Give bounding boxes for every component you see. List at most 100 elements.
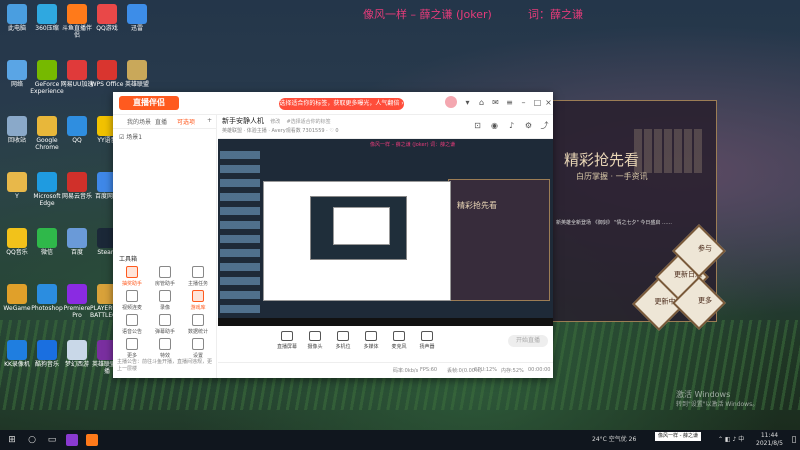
app-sidebar: 我的场景 直播 可选项 + ☑ 场景1 工具箱 抽奖助手 房管助手 主播任务 视频连麦… <box>113 114 217 378</box>
gift-icon[interactable]: ⌂ <box>477 98 486 107</box>
desktop-icon[interactable]: 迅雷 <box>120 4 154 32</box>
desktop-icon[interactable]: 英雄联盟 <box>120 60 154 88</box>
desktop-icon-label: Microsoft Edge <box>33 193 61 207</box>
desktop-icon[interactable]: 斗鱼直播伴侣 <box>60 4 94 39</box>
room-tag-link[interactable]: #选择适合你的标签 <box>286 119 330 125</box>
record-icon[interactable]: ◉ <box>490 121 499 130</box>
desktop-icon-label: 迅雷 <box>130 25 143 32</box>
tool-button[interactable]: 弹幕助手 <box>150 314 180 335</box>
tab-options[interactable]: 可选项 <box>177 117 195 126</box>
tool-button[interactable]: 游戏库 <box>183 290 213 311</box>
room-edit-link[interactable]: 修改 <box>270 119 280 125</box>
desktop-icon[interactable]: QQ音乐 <box>0 228 34 256</box>
desktop-icon-glyph <box>67 4 87 24</box>
maximize-icon[interactable]: □ <box>533 98 542 107</box>
desktop-icon[interactable]: Google Chrome <box>30 116 64 151</box>
desktop-icon-label: 梦幻西游 <box>64 361 89 368</box>
tool-label: 视频连麦 <box>121 305 142 311</box>
tag-notice-banner[interactable]: 选择适合你的标签，获取更多曝光，人气翻倍 › <box>279 98 404 110</box>
go-live-button[interactable]: 开始直播 <box>508 335 548 347</box>
desktop-icon[interactable]: 网络 <box>0 60 34 88</box>
weather-widget[interactable]: 24°C 空气优 26 <box>592 434 636 443</box>
clock-time: 11:44 <box>760 432 779 439</box>
tool-button[interactable]: 房管助手 <box>150 266 180 287</box>
tool-button[interactable]: 主播任务 <box>183 266 213 287</box>
chevron-down-icon[interactable]: ▾ <box>463 98 472 107</box>
message-icon[interactable]: ✉ <box>491 98 500 107</box>
desktop-icon[interactable]: 百度 <box>60 228 94 256</box>
tool-icon <box>159 266 171 278</box>
add-tab-icon[interactable]: + <box>207 117 212 124</box>
control-button[interactable]: 麦克风 <box>386 331 412 350</box>
system-tray-icons[interactable]: ⌃ ◧ ♪ 中 <box>718 434 744 443</box>
tool-button[interactable]: 语音公告 <box>117 314 147 335</box>
desktop-icon[interactable]: KK录像机 <box>0 340 34 368</box>
lock-icon[interactable]: ⊡ <box>473 121 482 130</box>
sidebar-tabs: 我的场景 直播 可选项 + <box>113 114 216 129</box>
desktop-icon-label: 微信 <box>40 249 53 256</box>
windows-start-icon[interactable]: ⊞ <box>6 434 18 446</box>
desktop-icon[interactable]: WPS Office <box>90 60 124 88</box>
desktop-icon-glyph <box>97 60 117 80</box>
desktop-icon-glyph <box>7 228 27 248</box>
tool-label: 房管助手 <box>154 281 175 287</box>
task-view-icon[interactable]: ▭ <box>46 434 58 446</box>
user-avatar[interactable] <box>445 96 457 108</box>
lyric-overlay-song: 像风一样 – 薛之谦 (Joker) <box>363 8 492 21</box>
desktop-icon-glyph <box>67 172 87 192</box>
stream-preview[interactable]: 像风一样 – 薛之谦 (Joker) 词：薛之谦 精彩抢先看 <box>218 139 553 326</box>
settings-icon[interactable]: ⚙ <box>524 121 533 130</box>
control-button[interactable]: 多媒体 <box>358 331 384 350</box>
notification-icon[interactable]: ▯ <box>790 434 798 446</box>
desktop-icon[interactable]: QQ <box>60 116 94 144</box>
menu-icon[interactable]: ≡ <box>505 98 514 107</box>
taskbar-clock[interactable]: 11:44 2021/8/5 <box>756 432 783 448</box>
desktop-icon[interactable]: 网易云音乐 <box>60 172 94 200</box>
control-button[interactable]: 多机位 <box>330 331 356 350</box>
desktop-icon[interactable]: GeForce Experience <box>30 60 64 95</box>
control-button[interactable]: 摄像头 <box>302 331 328 350</box>
desktop-icon[interactable]: 网易UU加速 <box>60 60 94 88</box>
taskbar-streaming-app-icon[interactable] <box>86 434 98 446</box>
desktop-icon[interactable]: WeGame <box>0 284 34 312</box>
desktop-icon[interactable]: 酷狗音乐 <box>30 340 64 368</box>
control-button[interactable]: 直播屏幕 <box>274 331 300 350</box>
tool-icon <box>159 314 171 326</box>
control-icon <box>281 331 293 341</box>
tool-button[interactable]: 录像 <box>150 290 180 311</box>
app-logo: 直播伴侣 <box>119 96 179 110</box>
status-item: 码率:0kb/s <box>393 368 419 374</box>
desktop-icon[interactable]: Microsoft Edge <box>30 172 64 207</box>
desktop-icon[interactable]: 回收站 <box>0 116 34 144</box>
desktop-icon[interactable]: 此电脑 <box>0 4 34 32</box>
tool-button[interactable]: 设置 <box>183 338 213 359</box>
tab-my-scenes[interactable]: 我的场景 <box>127 117 151 126</box>
share-icon[interactable]: ⤴ <box>540 121 549 130</box>
search-icon[interactable]: ○ <box>26 434 38 446</box>
taskbar-tooltip: 像风一样 - 薛之谦 <box>655 432 701 441</box>
taskbar-app-icon-1[interactable] <box>66 434 78 446</box>
desktop-icon[interactable]: 梦幻西游 <box>60 340 94 368</box>
desktop-icon[interactable]: QQ游戏 <box>90 4 124 32</box>
tool-button[interactable]: 更多 <box>117 338 147 359</box>
desktop-icon[interactable]: Y <box>0 172 34 200</box>
control-button[interactable]: 扬声器 <box>414 331 440 350</box>
desktop-icon[interactable]: 微信 <box>30 228 64 256</box>
scene-item[interactable]: ☑ 场景1 <box>119 132 142 141</box>
preview-nested-capture <box>310 196 407 260</box>
tool-button[interactable]: 抽奖助手 <box>117 266 147 287</box>
bell-icon[interactable]: ♪ <box>507 121 516 130</box>
control-label: 直播屏幕 <box>276 344 297 350</box>
tool-button[interactable]: 视频连麦 <box>117 290 147 311</box>
close-icon[interactable]: × <box>544 98 553 107</box>
desktop-icon[interactable]: Premiere Pro <box>60 284 94 319</box>
desktop-icon[interactable]: 360压缩 <box>30 4 64 32</box>
desktop-icon-glyph <box>67 284 87 304</box>
tool-icon <box>159 290 171 302</box>
desktop-icon-label: Google Chrome <box>35 137 59 151</box>
tool-button[interactable]: 数据统计 <box>183 314 213 335</box>
minimize-icon[interactable]: – <box>519 98 528 107</box>
desktop-icon[interactable]: Photoshop <box>30 284 64 312</box>
tab-live[interactable]: 直播 <box>155 117 167 126</box>
tool-button[interactable]: 特效 <box>150 338 180 359</box>
